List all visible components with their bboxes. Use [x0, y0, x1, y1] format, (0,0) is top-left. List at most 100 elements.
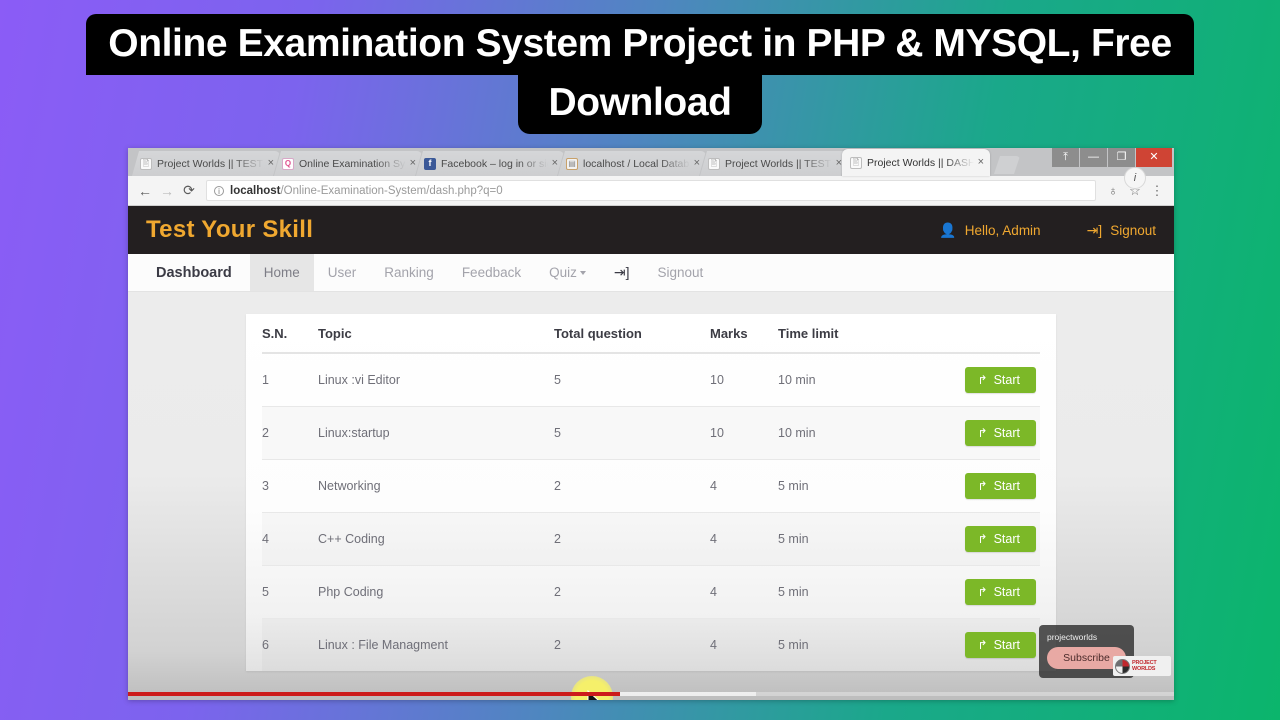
reload-icon[interactable]: ⟳ — [178, 182, 200, 199]
start-button-label: Start — [993, 426, 1020, 440]
info-bubble-icon[interactable]: i — [1124, 167, 1146, 189]
cell-sn: 6 — [262, 619, 318, 672]
cell-topic: Linux :vi Editor — [318, 353, 554, 407]
external-link-icon: ↱ — [977, 638, 988, 652]
page-content: S.N. Topic Total question Marks Time lim… — [128, 292, 1174, 700]
external-link-icon: ↱ — [977, 479, 988, 493]
projectworlds-logo-icon — [1115, 658, 1130, 674]
browser-tab-5[interactable]: 🖹 Project Worlds || TEST YO × — [700, 151, 848, 176]
close-icon[interactable]: × — [978, 157, 984, 168]
cell-sn: 5 — [262, 565, 318, 619]
tab-label: Online Examination Syste — [299, 157, 406, 170]
header-signout-link[interactable]: ⇥] Signout — [1087, 222, 1156, 239]
cell-topic: C++ Coding — [318, 512, 554, 566]
table-header-row: S.N. Topic Total question Marks Time lim… — [262, 314, 1040, 354]
forward-icon[interactable]: → — [156, 183, 178, 199]
url-path: /Online-Examination-System/dash.php?q=0 — [280, 184, 503, 197]
start-button[interactable]: ↱ Start — [964, 526, 1036, 552]
browser-tab-4[interactable]: ▤ localhost / Local Databa × — [558, 151, 706, 176]
new-tab-button[interactable] — [994, 156, 1020, 174]
browser-tab-3[interactable]: f Facebook – log in or sign × — [416, 151, 564, 176]
watermark-label: PROJECT WORLDS — [1132, 659, 1157, 672]
external-link-icon: ↱ — [977, 585, 988, 599]
browser-tab-6-active[interactable]: 🖹 Project Worlds || DASHB × — [842, 149, 990, 176]
tab-label: Facebook – log in or sign — [441, 157, 548, 170]
cell-action: ↱ Start — [938, 406, 1040, 460]
exam-list-card: S.N. Topic Total question Marks Time lim… — [246, 314, 1056, 671]
cell-time-limit: 10 min — [778, 353, 938, 407]
close-icon[interactable]: × — [268, 158, 274, 169]
cell-marks: 4 — [710, 459, 778, 513]
window-close-button[interactable]: ✕ — [1136, 148, 1172, 167]
video-progress-bar[interactable] — [128, 692, 1174, 696]
table-row: 4 C++ Coding 2 4 5 min ↱ Start — [262, 512, 1040, 566]
web-page: Test Your Skill 👤 Hello, Admin ⇥] Signou… — [128, 206, 1174, 700]
cell-total-question: 5 — [554, 406, 710, 460]
close-icon[interactable]: × — [552, 158, 558, 169]
window-restore-button[interactable]: ⤒ — [1052, 148, 1079, 167]
start-button[interactable]: ↱ Start — [964, 420, 1036, 446]
nav-item-feedback[interactable]: Feedback — [448, 254, 535, 291]
user-greeting-label: Hello, Admin — [964, 222, 1041, 238]
browser-tab-2[interactable]: Q Online Examination Syste × — [274, 151, 422, 176]
chevron-down-icon — [579, 270, 586, 275]
back-icon[interactable]: ← — [134, 183, 156, 199]
nav-item-signout[interactable]: ⇥] — [600, 254, 644, 291]
start-button[interactable]: ↱ Start — [964, 632, 1036, 658]
address-bar[interactable]: i localhost/Online-Examination-System/da… — [206, 180, 1096, 201]
tab-label: Project Worlds || DASHB — [867, 156, 974, 169]
cell-action: ↱ Start — [938, 565, 1040, 619]
nav-item-signout-label[interactable]: Signout — [644, 254, 718, 291]
nav-label: Quiz — [549, 265, 577, 280]
window-maximize-button[interactable]: ❐ — [1108, 148, 1135, 167]
database-icon: ▤ — [566, 158, 578, 170]
signout-icon: ⇥] — [1086, 221, 1103, 238]
cell-action: ↱ Start — [938, 353, 1040, 407]
tab-label: localhost / Local Databa — [583, 157, 690, 170]
close-icon[interactable]: × — [410, 158, 416, 169]
title-banner: Online Examination System Project in PHP… — [12, 14, 1268, 134]
cell-topic: Php Coding — [318, 565, 554, 619]
site-info-icon[interactable]: i — [214, 185, 224, 196]
nav-item-ranking[interactable]: Ranking — [370, 254, 448, 291]
browser-window: 🖹 Project Worlds || TEST YO × Q Online E… — [128, 148, 1174, 700]
cell-marks: 4 — [710, 512, 778, 566]
start-button-label: Start — [993, 532, 1020, 546]
col-header-sn: S.N. — [262, 314, 318, 354]
user-icon: 👤 — [939, 221, 957, 238]
cell-time-limit: 10 min — [778, 406, 938, 460]
col-header-marks: Marks — [710, 314, 778, 354]
extension-icon[interactable]: ♁ — [1102, 183, 1124, 198]
user-greeting[interactable]: 👤 Hello, Admin — [939, 222, 1040, 239]
start-button[interactable]: ↱ Start — [964, 579, 1036, 605]
title-line-2: Download — [518, 73, 762, 134]
nav-item-home[interactable]: Home — [249, 254, 314, 291]
close-icon[interactable]: × — [694, 158, 700, 169]
nav-item-quiz[interactable]: Quiz — [535, 254, 600, 291]
nav-item-dashboard[interactable]: Dashboard — [136, 254, 250, 291]
video-played-range — [128, 692, 620, 696]
browser-tab-1[interactable]: 🖹 Project Worlds || TEST YO × — [132, 151, 280, 176]
table-row: 6 Linux : File Managment 2 4 5 min ↱ Start — [262, 619, 1040, 672]
exam-table: S.N. Topic Total question Marks Time lim… — [262, 314, 1040, 671]
col-header-topic: Topic — [318, 314, 554, 354]
external-link-icon: ↱ — [977, 373, 988, 387]
nav-item-user[interactable]: User — [314, 254, 371, 291]
signout-icon: ⇥] — [613, 264, 630, 280]
start-button-label: Start — [993, 479, 1020, 493]
tab-label: Project Worlds || TEST YO — [157, 157, 263, 170]
cell-marks: 4 — [710, 619, 778, 672]
table-row: 5 Php Coding 2 4 5 min ↱ Start — [262, 565, 1040, 619]
start-button[interactable]: ↱ Start — [964, 473, 1036, 499]
start-button[interactable]: ↱ Start — [964, 367, 1036, 393]
page-icon: 🖹 — [140, 158, 152, 170]
external-link-icon: ↱ — [977, 426, 988, 440]
cell-total-question: 2 — [554, 565, 710, 619]
browser-tab-strip: 🖹 Project Worlds || TEST YO × Q Online E… — [128, 148, 1174, 176]
cell-marks: 10 — [710, 353, 778, 407]
browser-menu-icon[interactable]: ⋮ — [1146, 183, 1168, 199]
cell-time-limit: 5 min — [778, 512, 938, 566]
cell-total-question: 5 — [554, 353, 710, 407]
nav-label: Ranking — [384, 265, 434, 280]
window-minimize-button[interactable]: — — [1080, 148, 1107, 167]
